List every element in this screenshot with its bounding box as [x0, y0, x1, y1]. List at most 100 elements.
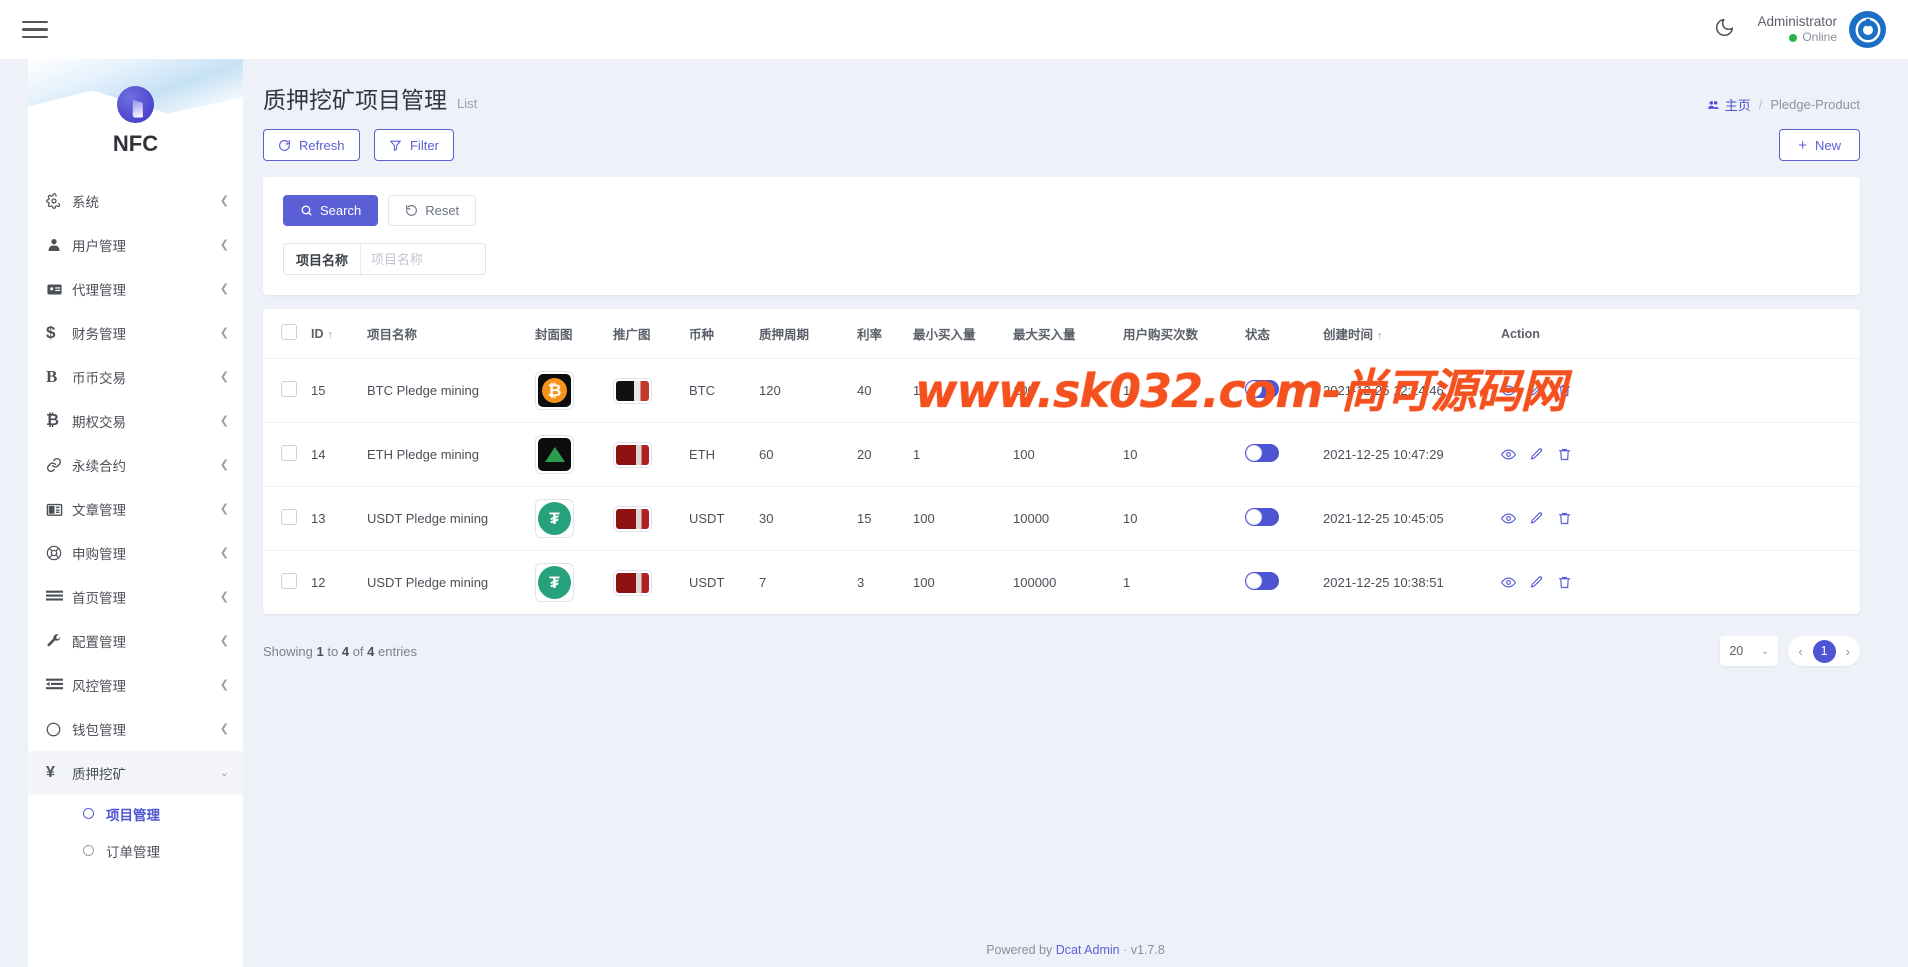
- cell-purchase-times: 10: [1123, 383, 1138, 398]
- link-icon: [46, 457, 72, 473]
- sidebar-item-config-management[interactable]: 配置管理 ❮: [28, 619, 243, 663]
- table-row[interactable]: 15 BTC Pledge mining ₿ BTC 120 40 1 100: [263, 358, 1860, 423]
- table-row[interactable]: 14 ETH Pledge mining ETH 60 20 1 100 10 …: [263, 422, 1860, 487]
- chevron-down-icon: ⌄: [1760, 645, 1770, 657]
- row-checkbox[interactable]: [281, 573, 297, 589]
- search-button[interactable]: Search: [283, 195, 379, 226]
- view-icon[interactable]: [1501, 383, 1516, 398]
- next-page-button[interactable]: ›: [1844, 644, 1852, 659]
- select-all-checkbox[interactable]: [281, 324, 297, 340]
- cell-promo-image: [607, 423, 683, 487]
- sidebar-menu: 系统 ❮ 用户管理 ❮ 代理管理 ❮ $ 财务管理 ❮ B 币币交易 ❮ ₿ 期…: [28, 175, 243, 869]
- cover-thumbnail[interactable]: ₿: [535, 371, 574, 410]
- view-icon[interactable]: [1501, 511, 1516, 526]
- sidebar-item-agent-management[interactable]: 代理管理 ❮: [28, 267, 243, 311]
- cover-thumbnail[interactable]: ₮: [535, 499, 574, 538]
- column-created-at[interactable]: 创建时间 ↑: [1317, 309, 1495, 359]
- circle-icon: [83, 845, 94, 856]
- chevron-right-icon: ❮: [219, 590, 229, 603]
- sidebar-item-risk-management[interactable]: 风控管理 ❮: [28, 663, 243, 707]
- status-toggle[interactable]: [1245, 508, 1279, 526]
- row-checkbox[interactable]: [281, 509, 297, 525]
- cell-id: 13: [311, 511, 326, 526]
- reset-button[interactable]: Reset: [388, 195, 477, 226]
- hamburger-menu-icon[interactable]: [22, 12, 48, 47]
- promo-banner-image: [616, 444, 649, 465]
- status-toggle[interactable]: [1245, 380, 1279, 398]
- page-number-1[interactable]: 1: [1812, 639, 1836, 663]
- sidebar-subitem-order-management[interactable]: 订单管理: [28, 832, 243, 869]
- chevron-right-icon: ❮: [219, 194, 229, 207]
- dcat-admin-link[interactable]: Dcat Admin: [1056, 943, 1120, 957]
- cell-max-buy: 10000: [1013, 511, 1050, 526]
- showing-suffix: entries: [378, 643, 418, 659]
- edit-icon[interactable]: [1529, 383, 1544, 398]
- toolbar: Refresh Filter + New: [243, 115, 1908, 161]
- per-page-select[interactable]: 20 ⌄: [1720, 636, 1779, 666]
- column-id[interactable]: ID ↑: [305, 309, 361, 359]
- cell-rate: 3: [857, 575, 865, 590]
- bitcoin-icon: ₿: [46, 412, 60, 429]
- filter-button[interactable]: Filter: [373, 129, 454, 161]
- sidebar-item-label: 钱包管理: [72, 723, 126, 738]
- delete-icon[interactable]: [1557, 575, 1572, 590]
- sidebar-item-label: 财务管理: [72, 327, 126, 342]
- sidebar-item-option-trading[interactable]: ₿ 期权交易 ❮: [28, 399, 243, 443]
- filter-icon: [390, 140, 401, 151]
- user-name: Administrator: [1757, 13, 1837, 29]
- sidebar-item-system[interactable]: 系统 ❮: [28, 179, 243, 223]
- sidebar-item-user-management[interactable]: 用户管理 ❮: [28, 223, 243, 267]
- row-checkbox[interactable]: [281, 445, 297, 461]
- promo-thumbnail[interactable]: [613, 569, 652, 596]
- sidebar-item-finance-management[interactable]: $ 财务管理 ❮: [28, 311, 243, 355]
- cell-min-buy: 100: [913, 575, 935, 590]
- delete-icon[interactable]: [1557, 447, 1572, 462]
- breadcrumb-home[interactable]: 主页: [1707, 95, 1751, 114]
- sidebar-item-wallet-management[interactable]: 钱包管理 ❮: [28, 707, 243, 751]
- cell-purchase-times: 10: [1123, 447, 1138, 462]
- new-button[interactable]: + New: [1779, 129, 1860, 161]
- sidebar-item-home-management[interactable]: 首页管理 ❮: [28, 575, 243, 619]
- cell-coin: USDT: [689, 511, 725, 526]
- user-menu[interactable]: Administrator Online: [1757, 11, 1886, 48]
- view-icon[interactable]: [1501, 447, 1516, 462]
- table-row[interactable]: 12 USDT Pledge mining ₮ USDT 7 3 100 100…: [263, 550, 1860, 615]
- status-toggle[interactable]: [1245, 444, 1279, 462]
- chevron-right-icon: ❮: [219, 326, 229, 339]
- prev-page-button[interactable]: ‹: [1796, 644, 1804, 659]
- chevron-right-icon: ❮: [219, 502, 229, 515]
- row-select-cell: [263, 423, 305, 487]
- delete-icon[interactable]: [1557, 511, 1572, 526]
- refresh-button[interactable]: Refresh: [263, 129, 360, 161]
- column-label: 最小买入量: [913, 328, 976, 342]
- sidebar-item-label: 期权交易: [72, 415, 126, 430]
- edit-icon[interactable]: [1529, 511, 1544, 526]
- status-toggle[interactable]: [1245, 572, 1279, 590]
- avatar[interactable]: [1849, 11, 1886, 48]
- row-checkbox[interactable]: [281, 381, 297, 397]
- sidebar-item-article-management[interactable]: 文章管理 ❮: [28, 487, 243, 531]
- id-card-icon: [46, 281, 72, 298]
- cell-pledge-period: 30: [759, 511, 774, 526]
- table-row[interactable]: 13 USDT Pledge mining ₮ USDT 30 15 100 1…: [263, 486, 1860, 551]
- sidebar-item-subscription-management[interactable]: 申购管理 ❮: [28, 531, 243, 575]
- promo-thumbnail[interactable]: [613, 377, 652, 404]
- cover-thumbnail[interactable]: [535, 435, 574, 474]
- project-name-input[interactable]: [361, 244, 486, 274]
- promo-thumbnail[interactable]: [613, 505, 652, 532]
- edit-icon[interactable]: [1529, 447, 1544, 462]
- dark-mode-toggle-icon[interactable]: [1714, 17, 1735, 42]
- chevron-right-icon: ❮: [219, 414, 229, 427]
- cell-coin: USDT: [689, 575, 725, 590]
- promo-thumbnail[interactable]: [613, 441, 652, 468]
- sidebar-item-coin-trading[interactable]: B 币币交易 ❮: [28, 355, 243, 399]
- sidebar-item-pledge-mining[interactable]: ¥ 质押挖矿 ⌄: [28, 751, 243, 795]
- view-icon[interactable]: [1501, 575, 1516, 590]
- cover-thumbnail[interactable]: ₮: [535, 563, 574, 602]
- sidebar-item-perpetual-contract[interactable]: 永续合约 ❮: [28, 443, 243, 487]
- delete-icon[interactable]: [1557, 383, 1572, 398]
- edit-icon[interactable]: [1529, 575, 1544, 590]
- sidebar-subitem-project-management[interactable]: 项目管理: [28, 795, 243, 832]
- sidebar-item-label: 申购管理: [72, 547, 126, 562]
- column-rate: 利率: [851, 309, 907, 359]
